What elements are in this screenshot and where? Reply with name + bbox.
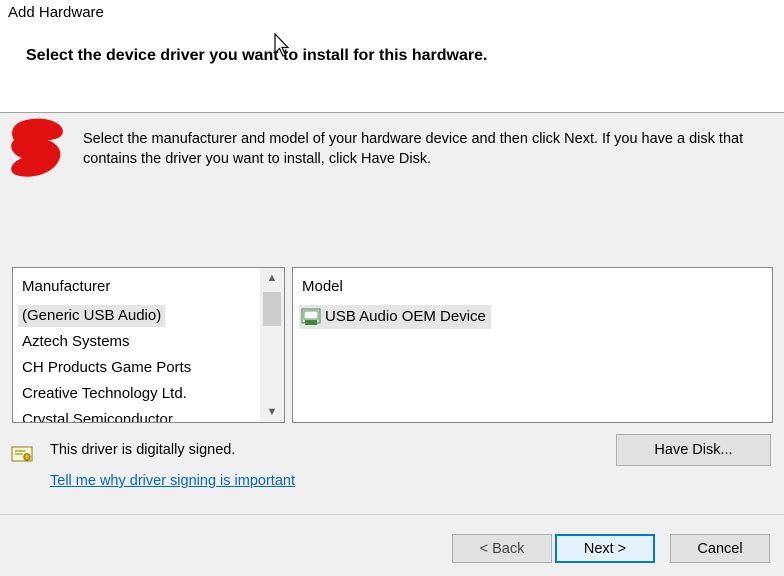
driver-signing-link[interactable]: Tell me why driver signing is important: [50, 473, 295, 489]
model-item[interactable]: USB Audio OEM Device: [299, 305, 491, 329]
manufacturer-scrollbar[interactable]: ▲ ▼: [260, 268, 284, 422]
manufacturer-item[interactable]: Creative Technology Ltd.: [18, 383, 191, 405]
model-listbox[interactable]: Model USB Audio OEM Device: [292, 267, 773, 423]
manufacturer-item[interactable]: Aztech Systems: [18, 331, 134, 353]
manufacturer-header: Manufacturer: [22, 278, 111, 295]
cancel-button[interactable]: Cancel: [670, 534, 770, 563]
mouse-cursor-icon: [274, 33, 290, 57]
window-title: Add Hardware: [8, 4, 104, 21]
signed-status-text: This driver is digitally signed.: [50, 442, 236, 458]
footer-separator: [0, 514, 784, 515]
back-button[interactable]: < Back: [452, 534, 552, 563]
model-item-label: USB Audio OEM Device: [325, 308, 486, 325]
scroll-up-arrow-icon[interactable]: ▲: [260, 268, 284, 288]
scroll-down-arrow-icon[interactable]: ▼: [260, 402, 284, 422]
device-driver-icon: [301, 308, 321, 325]
instructions-text: Select the manufacturer and model of you…: [83, 131, 744, 167]
certificate-icon: [11, 446, 33, 462]
model-header: Model: [302, 278, 343, 295]
redacted-wizard-icon: [11, 118, 63, 177]
manufacturer-item[interactable]: CH Products Game Ports: [18, 357, 195, 379]
header-separator: [0, 112, 784, 113]
scroll-thumb[interactable]: [263, 292, 281, 326]
next-button[interactable]: Next >: [555, 534, 655, 563]
manufacturer-listbox[interactable]: Manufacturer (Generic USB Audio) Aztech …: [12, 267, 285, 423]
have-disk-button[interactable]: Have Disk...: [616, 434, 771, 466]
page-heading: Select the device driver you want to ins…: [26, 47, 488, 64]
manufacturer-item[interactable]: (Generic USB Audio): [18, 305, 166, 327]
dialog-header: Add Hardware Select the device driver yo…: [0, 0, 784, 112]
manufacturer-item[interactable]: Crystal Semiconductor: [18, 409, 177, 422]
